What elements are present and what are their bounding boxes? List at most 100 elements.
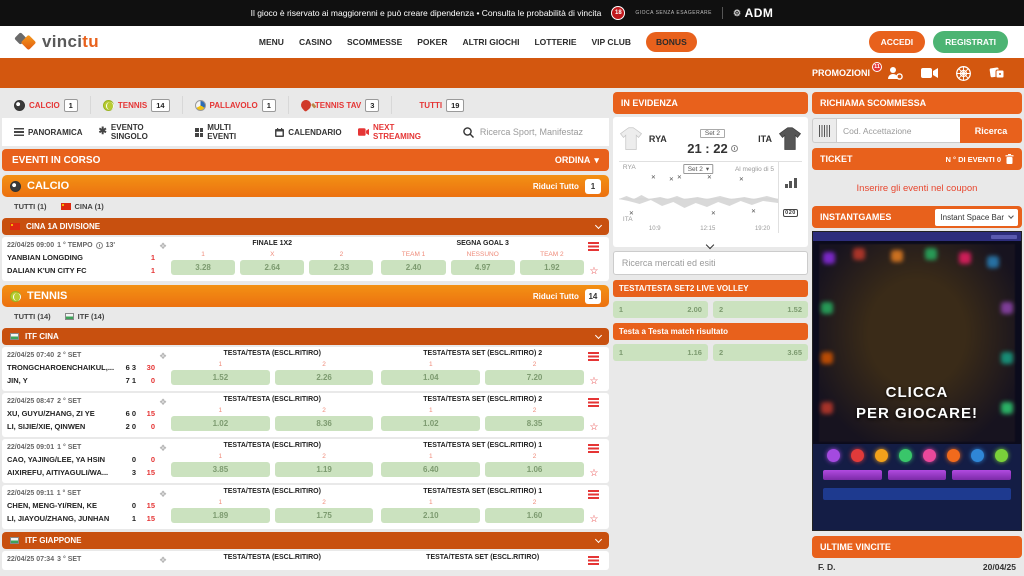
odd-button[interactable]: 21.52 (713, 301, 808, 318)
match-info[interactable]: 22/04/25 09:011 ° SET CAO, YAJING/LEE, Y… (7, 442, 155, 479)
odd-button[interactable]: 4.97 (451, 260, 515, 275)
featured-match-card[interactable]: RYA Set 2 21 : 22 ITA RYA Set 2▾ Al megl… (613, 117, 808, 247)
odd-button[interactable]: 2.64 (240, 260, 304, 275)
odd-button[interactable]: 2.26 (275, 370, 374, 385)
filter-itf[interactable]: ITF (14) (65, 312, 105, 321)
live-streaming-icon[interactable] (920, 66, 938, 80)
all-markets-icon[interactable] (588, 242, 599, 251)
tab-multi-eventi[interactable]: MULTI EVENTI (195, 123, 260, 141)
favorite-star-icon[interactable]: ☆ (589, 469, 598, 479)
odd-button[interactable]: 8.35 (485, 416, 584, 431)
tennis-section-header[interactable]: TENNIS Riduci Tutto14 (2, 285, 609, 307)
all-markets-icon[interactable] (588, 398, 599, 407)
instant-game-banner[interactable]: CLICCAPER GIOCARE! (812, 231, 1022, 531)
tab-next-streaming[interactable]: NEXT STREAMING (358, 123, 441, 141)
casino-roulette-icon[interactable] (954, 66, 972, 80)
stats-icon[interactable]: ❖ (155, 442, 171, 479)
odd-button[interactable]: 3.85 (171, 462, 270, 477)
odd-button[interactable]: 2.33 (309, 260, 373, 275)
account-settings-icon[interactable] (886, 66, 904, 80)
match-info[interactable]: 22/04/25 09:001 ° TEMPO13' YANBIAN LONGD… (7, 240, 155, 277)
filter-cina[interactable]: CINA (1) (61, 202, 104, 211)
favorite-star-icon[interactable]: ☆ (589, 267, 598, 277)
tab-tennis[interactable]: TENNIS 14 (91, 96, 183, 114)
nav-scommesse[interactable]: SCOMMESSE (347, 37, 402, 47)
filter-tutti[interactable]: TUTTI (1) (14, 202, 47, 211)
odd-button[interactable]: 2.40 (381, 260, 445, 275)
nav-casino[interactable]: CASINO (299, 37, 332, 47)
match-info[interactable]: 22/04/25 07:343 ° SET (7, 554, 155, 566)
ordina-button[interactable]: ORDINA▾ (555, 155, 599, 166)
odd-button[interactable]: 8.36 (275, 416, 374, 431)
odd-button[interactable]: 3.28 (171, 260, 235, 275)
riduci-tutto-label[interactable]: Riduci Tutto (533, 292, 579, 301)
all-markets-icon[interactable] (588, 556, 599, 565)
nav-poker[interactable]: POKER (417, 37, 447, 47)
stats-icon[interactable]: ❖ (155, 350, 171, 387)
favorite-star-icon[interactable]: ☆ (589, 515, 598, 525)
odd-button[interactable]: 1.60 (485, 508, 584, 523)
odd-button[interactable]: 2.10 (381, 508, 480, 523)
tab-calendario[interactable]: CALENDARIO (275, 128, 341, 137)
stats-icon[interactable]: ❖ (155, 488, 171, 525)
game-cta[interactable]: CLICCAPER GIOCARE! (813, 382, 1021, 424)
games-dice-icon[interactable] (988, 66, 1006, 80)
league-bar-cina-1a[interactable]: CINA 1A DIVISIONE (2, 218, 609, 235)
nav-altri-giochi[interactable]: ALTRI GIOCHI (463, 37, 520, 47)
nav-vip-club[interactable]: VIP CLUB (592, 37, 632, 47)
trash-icon[interactable] (1005, 154, 1014, 164)
tab-tutti[interactable]: TUTTI 19 (392, 96, 476, 114)
odd-button[interactable]: 1.92 (520, 260, 584, 275)
odd-button[interactable]: 1.04 (381, 370, 480, 385)
odd-button[interactable]: 1.52 (171, 370, 270, 385)
all-markets-icon[interactable] (588, 444, 599, 453)
odd-button[interactable]: 1.02 (171, 416, 270, 431)
ricerca-button[interactable]: Ricerca (960, 118, 1022, 143)
match-info[interactable]: 22/04/25 07:402 ° SET TRONGCHAROENCHAIKU… (7, 350, 155, 387)
league-bar-itf-cina[interactable]: ITF CINA (2, 328, 609, 345)
set-select-dropdown[interactable]: Set 2▾ (684, 164, 713, 174)
league-bar-itf-giappone[interactable]: ITF GIAPPONE (2, 532, 609, 549)
tab-panoramica[interactable]: PANORAMICA (14, 128, 83, 137)
odd-button[interactable]: 1.75 (275, 508, 374, 523)
nav-lotterie[interactable]: LOTTERIE (534, 37, 576, 47)
tab-tennis-tavolo[interactable]: TENNIS TAV 3 (289, 96, 393, 114)
match-info[interactable]: 22/04/25 09:111 ° SET CHEN, MENG-YI/REN,… (7, 488, 155, 525)
odd-button[interactable]: 6.40 (381, 462, 480, 477)
market-search-input[interactable] (613, 251, 808, 275)
bonus-button[interactable]: BONUS (646, 32, 697, 52)
code-input[interactable] (836, 118, 960, 143)
riduci-tutto-label[interactable]: Riduci Tutto (533, 182, 579, 191)
tab-evento-singolo[interactable]: ✱EVENTO SINGOLO (99, 123, 179, 141)
stats-icon[interactable]: ❖ (155, 240, 171, 277)
stats-icon[interactable]: ❖ (155, 396, 171, 433)
odd-button[interactable]: 12.00 (613, 301, 708, 318)
odd-button[interactable]: 23.65 (713, 344, 808, 361)
vincitu-logo[interactable]: vincitu (16, 32, 99, 52)
tab-calcio[interactable]: CALCIO 1 (2, 96, 91, 114)
favorite-star-icon[interactable]: ☆ (589, 423, 598, 433)
odd-button[interactable]: 1.89 (171, 508, 270, 523)
odd-button[interactable]: 1.06 (485, 462, 584, 477)
filter-tutti[interactable]: TUTTI (14) (14, 312, 51, 321)
game-select[interactable]: Instant Space Bar (935, 209, 1018, 226)
scoreboard-icon[interactable]: 020 (783, 209, 799, 217)
odd-button[interactable]: 1.02 (381, 416, 480, 431)
odd-button[interactable]: 11.16 (613, 344, 708, 361)
odd-button[interactable]: 7.20 (485, 370, 584, 385)
match-info[interactable]: 22/04/25 08:472 ° SET XU, GUYU/ZHANG, ZI… (7, 396, 155, 433)
nav-menu[interactable]: MENU (259, 37, 284, 47)
tab-pallavolo[interactable]: PALLAVOLO 1 (183, 96, 289, 114)
promozioni-link[interactable]: PROMOZIONI 11 (812, 68, 870, 78)
calcio-section-header[interactable]: CALCIO Riduci Tutto1 (2, 175, 609, 197)
stats-icon[interactable]: ❖ (155, 554, 171, 566)
all-markets-icon[interactable] (588, 352, 599, 361)
accedi-button[interactable]: ACCEDI (869, 31, 926, 53)
odd-button[interactable]: 1.19 (275, 462, 374, 477)
registrati-button[interactable]: REGISTRATI (933, 31, 1008, 53)
expand-chevron[interactable] (619, 233, 802, 245)
all-markets-icon[interactable] (588, 490, 599, 499)
favorite-star-icon[interactable]: ☆ (589, 377, 598, 387)
bar-chart-icon[interactable] (785, 178, 797, 188)
sport-search-input[interactable] (480, 127, 597, 137)
